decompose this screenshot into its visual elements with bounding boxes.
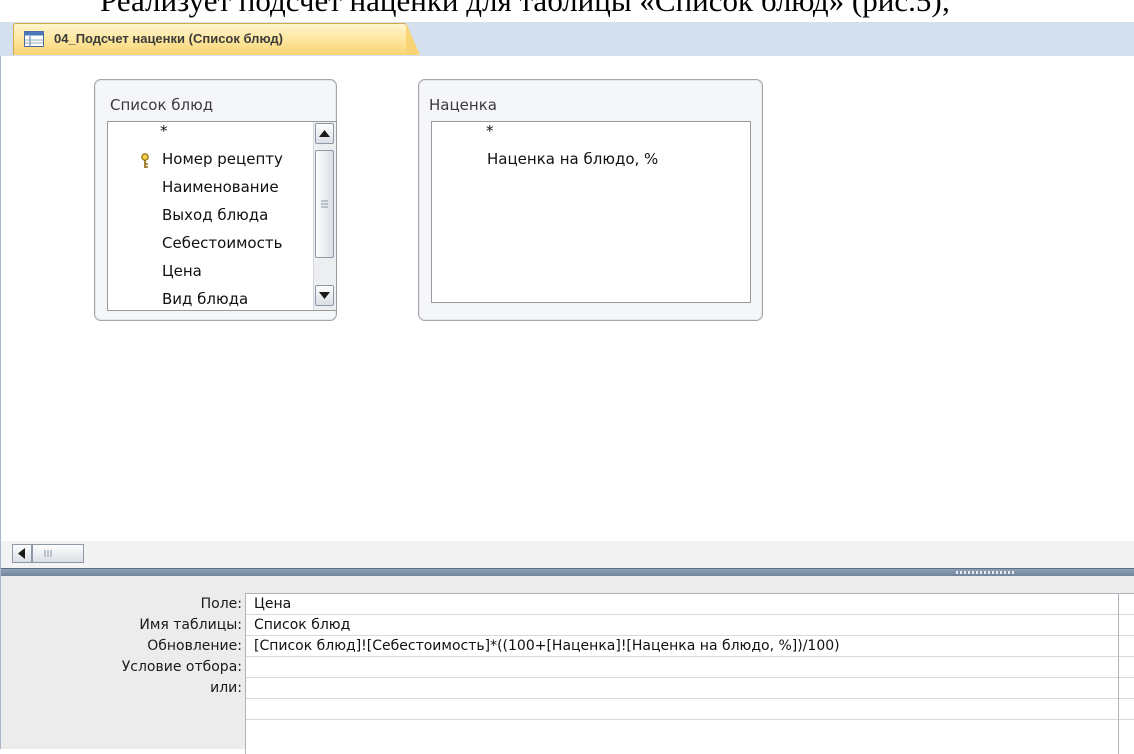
field-item[interactable]: Выход блюда <box>162 206 268 232</box>
table-pane-hscrollbar[interactable] <box>1 541 1134 568</box>
table-box-spisok-blyud[interactable]: Список блюд * Номер рецепту Наименование… <box>94 79 337 321</box>
document-text: Реализует подсчет наценки для таблицы «С… <box>100 0 951 18</box>
table-box-nacenka[interactable]: Наценка * Наценка на блюдо, % <box>418 79 763 321</box>
table-title: Наценка <box>429 96 497 114</box>
grid-column-next <box>1118 593 1134 754</box>
empty-cell[interactable] <box>246 699 1119 720</box>
criteria-cell[interactable] <box>246 657 1119 678</box>
chevron-up-icon <box>319 130 330 137</box>
table-cell[interactable]: Список блюд <box>246 615 1119 636</box>
field-item[interactable]: Наценка на блюдо, % <box>487 150 658 176</box>
scroll-thumb[interactable] <box>315 150 334 258</box>
scroll-down-button[interactable] <box>315 285 334 306</box>
update-cell[interactable]: [Список блюд]![Себестоимость]*((100+[Нац… <box>246 636 1119 657</box>
field-cell[interactable]: Цена <box>246 594 1119 615</box>
grid-column: Цена Список блюд [Список блюд]![Себестои… <box>245 593 1119 754</box>
row-label-table: Имя таблицы: <box>139 617 242 633</box>
row-label-update: Обновление: <box>147 638 242 654</box>
scroll-up-button[interactable] <box>315 123 334 144</box>
table-pane: Список блюд * Номер рецепту Наименование… <box>1 56 1134 541</box>
document-text-fragment: Реализует подсчет наценки для таблицы «С… <box>0 0 1134 24</box>
field-item[interactable]: Цена <box>162 262 202 288</box>
query-design-window: Список блюд * Номер рецепту Наименование… <box>0 56 1134 754</box>
empty-cell[interactable] <box>1119 636 1134 657</box>
or-cell[interactable] <box>246 678 1119 699</box>
field-item[interactable]: Вид блюда <box>162 290 248 310</box>
query-icon <box>24 31 44 51</box>
tab-title: 04_Подсчет наценки (Список блюд) <box>54 31 283 46</box>
empty-cell[interactable] <box>1119 678 1134 699</box>
row-label-field: Поле: <box>200 596 242 612</box>
row-label-or: или: <box>210 680 242 696</box>
field-item[interactable]: * <box>160 122 168 148</box>
design-grid: Поле: Имя таблицы: Обновление: Условие о… <box>1 576 1134 754</box>
table-title: Список блюд <box>110 96 214 114</box>
primary-key-icon <box>139 153 151 173</box>
empty-cell[interactable] <box>1119 615 1134 636</box>
scroll-left-button[interactable] <box>12 544 32 563</box>
empty-cell[interactable] <box>1119 657 1134 678</box>
empty-cell[interactable] <box>1119 699 1134 720</box>
empty-cell[interactable] <box>1119 594 1134 615</box>
chevron-down-icon <box>319 292 330 299</box>
splitter-grip[interactable] <box>956 571 1016 574</box>
table-field-list[interactable]: * Наценка на блюдо, % <box>431 121 751 303</box>
field-item[interactable]: Наименование <box>162 178 279 204</box>
document-tab-bar: 04_Подсчет наценки (Список блюд) <box>0 22 1134 57</box>
row-label-criteria: Условие отбора: <box>121 659 242 675</box>
field-list-scrollbar[interactable] <box>313 122 336 310</box>
tab-query[interactable]: 04_Подсчет наценки (Список блюд) <box>13 23 420 55</box>
field-item[interactable]: Себестоимость <box>162 234 282 260</box>
field-item[interactable]: * <box>486 122 494 148</box>
table-field-list[interactable]: * Номер рецепту Наименование Выход блюда… <box>107 121 337 311</box>
chevron-left-icon <box>18 548 25 559</box>
field-item[interactable]: Номер рецепту <box>162 150 283 176</box>
scroll-thumb[interactable] <box>32 544 84 563</box>
